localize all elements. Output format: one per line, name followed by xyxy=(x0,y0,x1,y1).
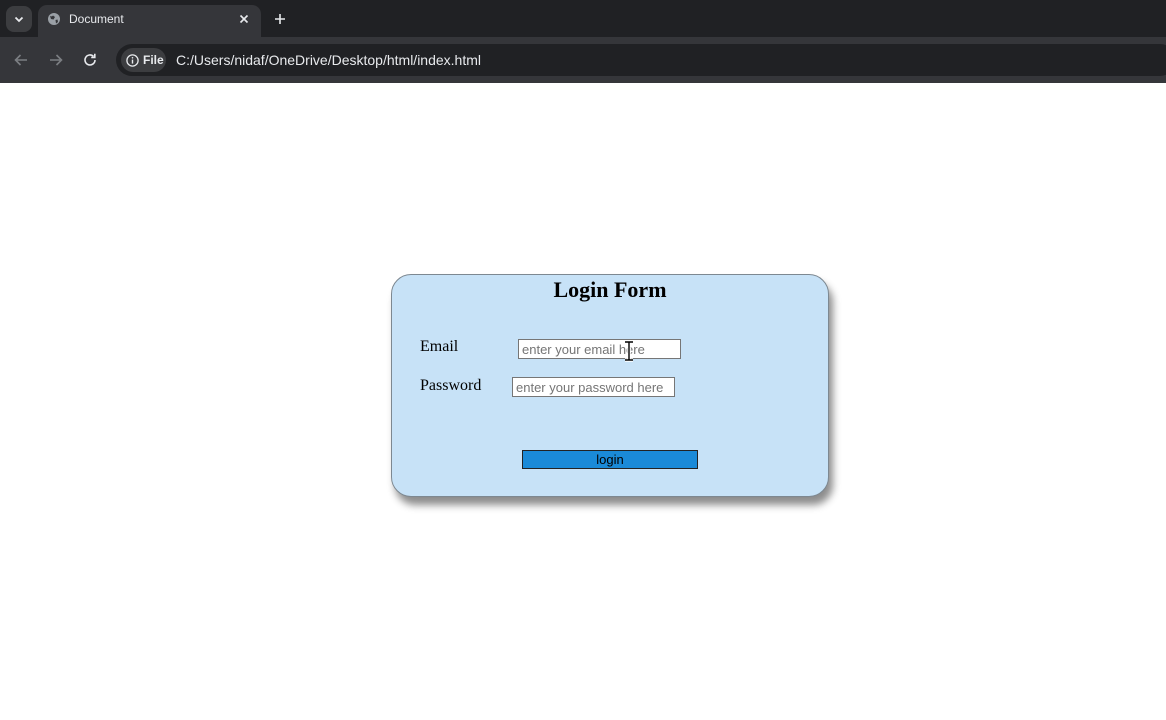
chevron-down-icon xyxy=(14,16,24,23)
login-card: Login Form Email Password login xyxy=(391,274,829,497)
info-icon xyxy=(126,53,139,67)
email-input[interactable] xyxy=(518,339,681,359)
tab-title: Document xyxy=(69,12,124,26)
password-input[interactable] xyxy=(512,377,675,397)
reload-icon xyxy=(84,53,96,66)
arrow-left-icon xyxy=(14,54,27,66)
forward-button[interactable] xyxy=(45,49,67,71)
back-button[interactable] xyxy=(10,49,32,71)
password-label: Password xyxy=(420,377,482,394)
text-cursor-icon xyxy=(625,340,633,362)
page-title: Login Form xyxy=(553,277,667,302)
tab-document[interactable]: Document xyxy=(38,5,261,37)
globe-icon xyxy=(48,13,60,25)
tab-search-button[interactable] xyxy=(6,6,32,32)
site-info-chip[interactable]: File xyxy=(121,48,166,72)
browser-toolbar: File C:/Users/nidaf/OneDrive/Desktop/htm… xyxy=(0,37,1166,83)
login-button[interactable]: login xyxy=(522,450,698,469)
arrow-right-icon xyxy=(50,54,63,66)
close-tab-button[interactable] xyxy=(236,11,252,27)
url-text[interactable]: C:/Users/nidaf/OneDrive/Desktop/html/ind… xyxy=(176,52,481,68)
site-chip-label: File xyxy=(143,53,164,67)
tab-strip: Document xyxy=(0,0,1166,37)
reload-button[interactable] xyxy=(79,49,101,71)
close-icon xyxy=(239,14,249,24)
plus-icon xyxy=(275,14,285,24)
email-label: Email xyxy=(420,338,459,355)
address-bar[interactable]: File C:/Users/nidaf/OneDrive/Desktop/htm… xyxy=(116,44,1166,76)
new-tab-button[interactable] xyxy=(270,9,290,29)
